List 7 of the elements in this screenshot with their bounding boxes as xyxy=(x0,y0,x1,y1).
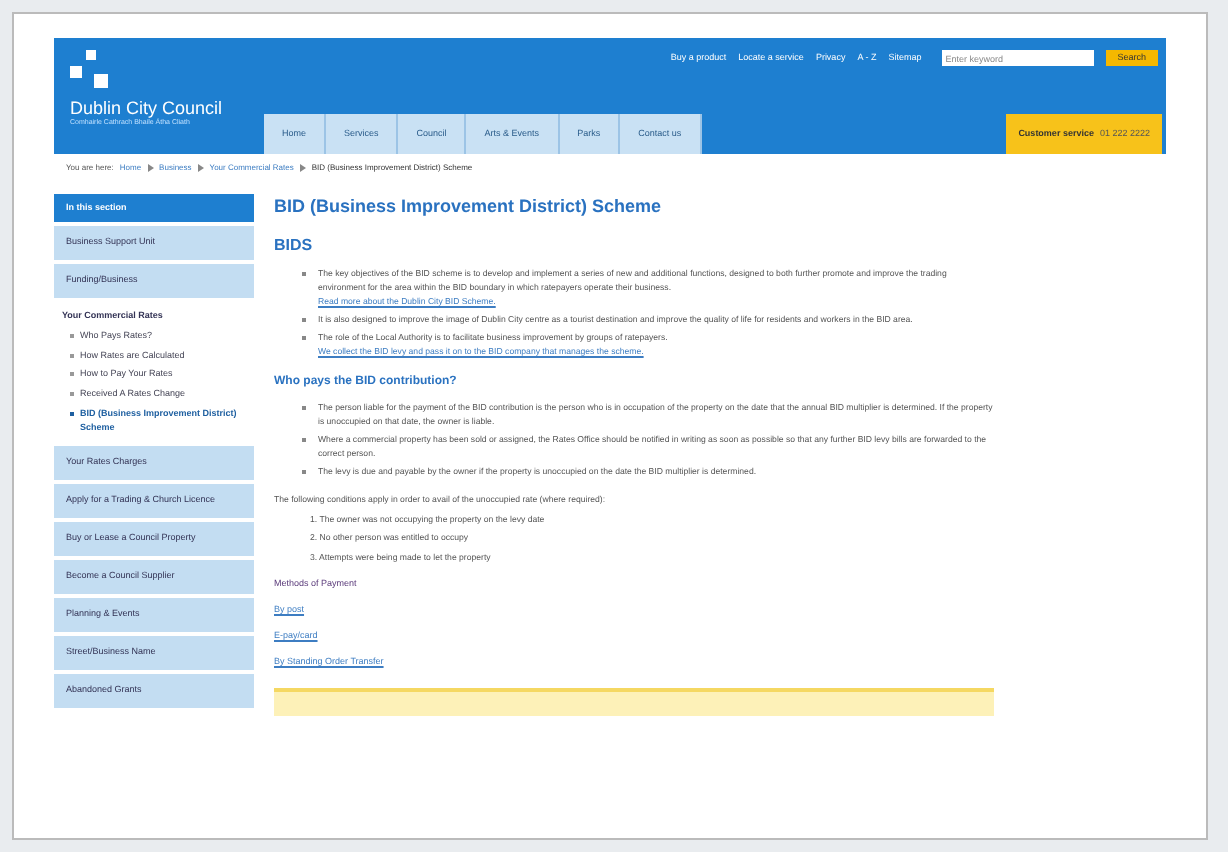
section-heading: BIDS xyxy=(274,233,315,257)
chevron-icon xyxy=(147,164,154,172)
page-title: BID (Business Improvement District) Scheme xyxy=(274,194,664,220)
chevron-icon xyxy=(197,164,204,172)
chevron-icon xyxy=(299,164,306,172)
logo-icon xyxy=(70,50,114,94)
logo-text: Dublin City Council xyxy=(70,98,225,118)
